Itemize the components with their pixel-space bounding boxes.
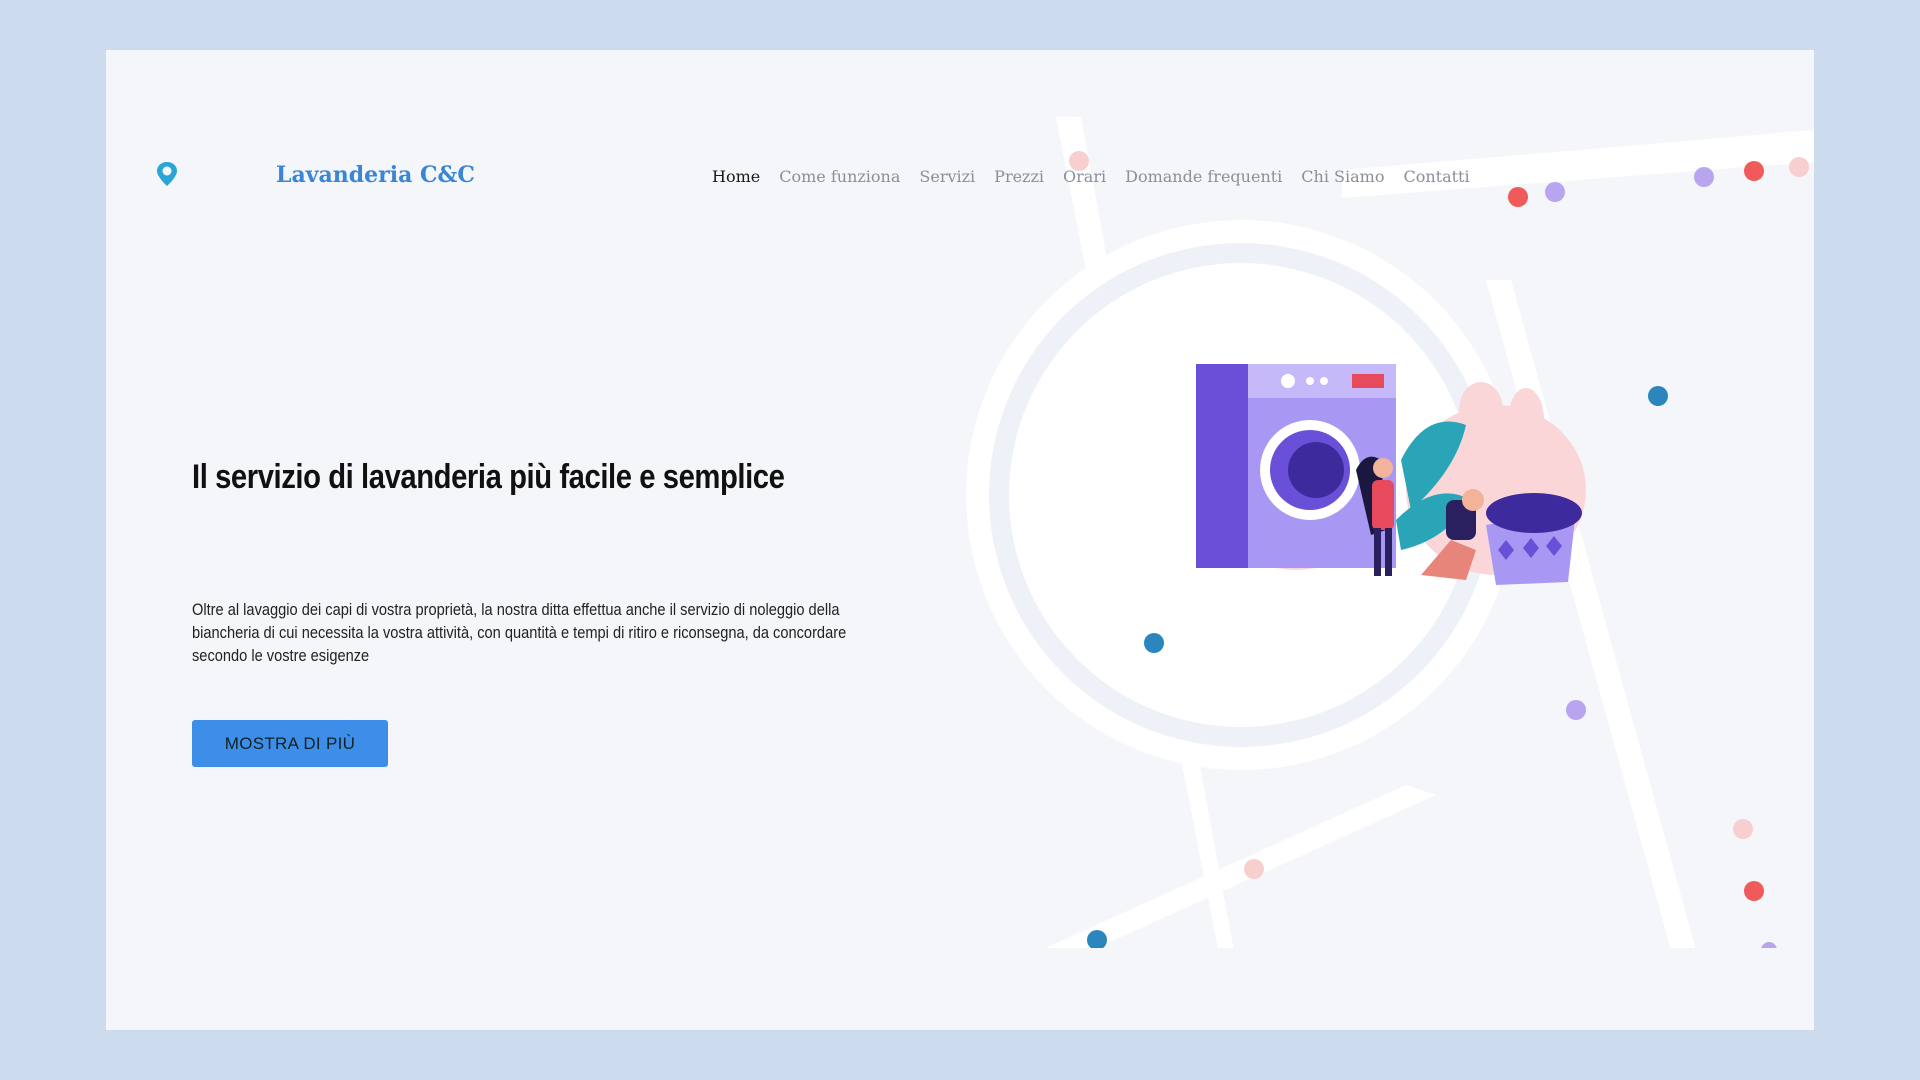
nav-item-orari[interactable]: Orari [1063, 167, 1106, 186]
deco-dot [1694, 167, 1714, 187]
nav-item-chi-siamo[interactable]: Chi Siamo [1301, 167, 1384, 186]
page-container: Lavanderia C&C Home Come funziona Serviz… [106, 50, 1814, 1030]
washer-drum [1288, 442, 1344, 498]
deco-dot [1545, 182, 1565, 202]
deco-dot [1566, 700, 1586, 720]
deco-bottom-cover [1006, 948, 1814, 1030]
deco-dot [1087, 930, 1107, 950]
washer-knob [1320, 377, 1328, 385]
deco-dot [1733, 819, 1753, 839]
illustration-blob [1459, 382, 1503, 438]
location-pin-icon[interactable] [154, 160, 180, 188]
nav-item-domande-frequenti[interactable]: Domande frequenti [1125, 167, 1282, 186]
deco-dot [1244, 859, 1264, 879]
main-nav: Home Come funziona Servizi Prezzi Orari … [712, 167, 1489, 186]
nav-item-servizi[interactable]: Servizi [919, 167, 975, 186]
deco-band-bottom [1041, 785, 1436, 955]
nav-item-home[interactable]: Home [712, 167, 760, 186]
deco-dot [1789, 157, 1809, 177]
person-standing-leg [1385, 528, 1392, 576]
deco-dot [1144, 633, 1164, 653]
hero-description: Oltre al lavaggio dei capi di vostra pro… [192, 600, 847, 665]
nav-item-contatti[interactable]: Contatti [1403, 167, 1469, 186]
deco-dot [1508, 187, 1528, 207]
person-standing-head [1373, 458, 1393, 478]
deco-dot [1744, 881, 1764, 901]
brand-name[interactable]: Lavanderia C&C [276, 162, 475, 188]
washer-display [1352, 374, 1384, 388]
deco-dot [1744, 161, 1764, 181]
person-kneeling-head [1462, 489, 1484, 511]
laundry-illustration [1196, 364, 1586, 585]
nav-item-come-funziona[interactable]: Come funziona [779, 167, 900, 186]
person-standing-body [1372, 480, 1394, 530]
washing-machine-side [1196, 364, 1248, 568]
nav-item-prezzi[interactable]: Prezzi [994, 167, 1044, 186]
person-standing-leg [1374, 528, 1381, 576]
laundry-clothes [1486, 493, 1582, 533]
deco-band-top [1342, 130, 1814, 198]
washer-knob [1306, 377, 1314, 385]
deco-dot [1648, 386, 1668, 406]
show-more-button[interactable]: MOSTRA DI PIÙ [192, 720, 388, 767]
washer-knob [1281, 374, 1295, 388]
hero-title: Il servizio di lavanderia più facile e s… [192, 458, 785, 496]
illustration-blob [1508, 388, 1544, 452]
